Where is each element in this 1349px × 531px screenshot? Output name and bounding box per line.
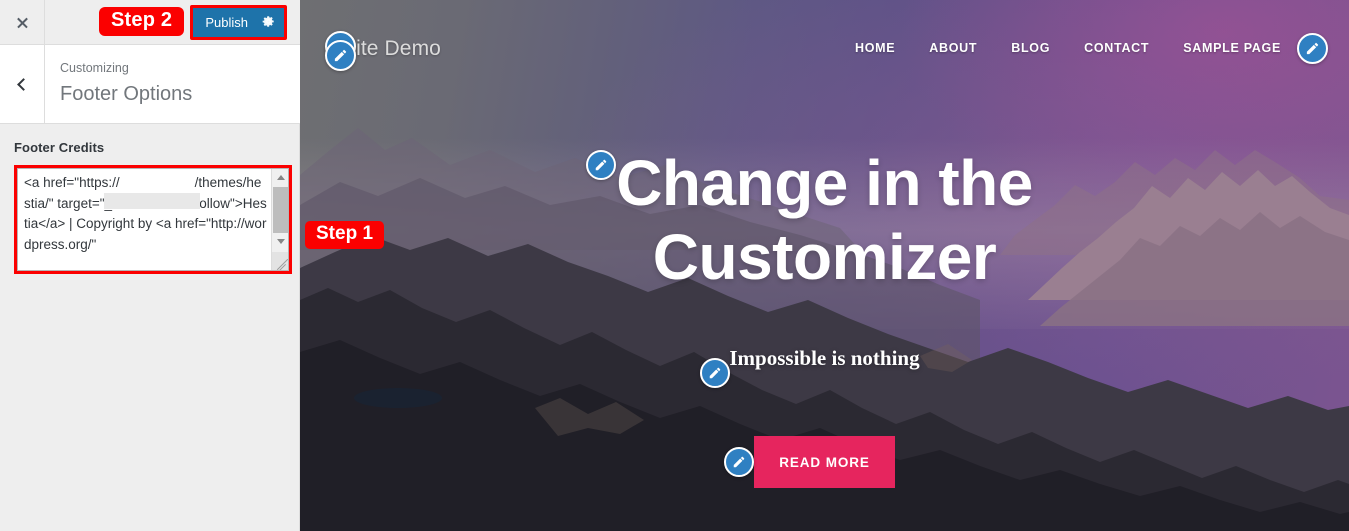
textarea-scrollbar[interactable] bbox=[271, 169, 288, 270]
step-1-annotation-badge: Step 1 bbox=[305, 221, 385, 249]
hero-title-line-1: Change in the bbox=[616, 147, 1033, 219]
panel-header-titles: Customizing Footer Options bbox=[45, 45, 192, 123]
customizer-screen: Step 2 Publish Customizing Footer Option… bbox=[0, 0, 1349, 531]
topbar-actions: Step 2 Publish bbox=[45, 0, 300, 44]
nav-item-sample-page[interactable]: SAMPLE PAGE bbox=[1183, 41, 1281, 55]
site-title: Site Demo bbox=[342, 37, 441, 60]
footer-credits-label: Footer Credits bbox=[14, 140, 105, 155]
nav-item-about[interactable]: ABOUT bbox=[929, 41, 977, 55]
customizer-sidebar: Step 2 Publish Customizing Footer Option… bbox=[0, 0, 300, 531]
hero-title: Change in the Customizer bbox=[300, 146, 1349, 294]
page-title: Footer Options bbox=[60, 83, 193, 105]
sidebar-topbar: Step 2 Publish bbox=[0, 0, 300, 45]
redacted-url-block bbox=[104, 193, 200, 209]
edit-shortcut-hero-button-icon[interactable] bbox=[724, 447, 754, 477]
site-preview: Site Demo HOME ABOUT BLOG CONTACT SAMPLE… bbox=[300, 0, 1349, 531]
step-2-annotation-badge: Step 2 bbox=[99, 7, 185, 36]
textarea-resize-grip[interactable] bbox=[272, 252, 288, 270]
panel-header: Customizing Footer Options bbox=[0, 45, 300, 124]
back-button[interactable] bbox=[0, 45, 45, 123]
chevron-left-icon bbox=[17, 77, 30, 91]
nav-item-blog[interactable]: BLOG bbox=[1011, 41, 1050, 55]
scroll-up-arrow-icon[interactable] bbox=[272, 169, 288, 186]
sidebar-controls: Footer Credits <a href="https:// /themes… bbox=[0, 124, 299, 274]
edit-shortcut-site-title-icon[interactable] bbox=[325, 40, 356, 71]
footer-credits-textarea[interactable]: <a href="https:// /themes/hestia/" targe… bbox=[17, 168, 289, 271]
scroll-down-arrow-icon[interactable] bbox=[272, 233, 288, 250]
publish-button-highlight: Publish bbox=[190, 5, 287, 40]
hero-title-line-2: Customizer bbox=[652, 221, 997, 293]
edit-shortcut-nav-menu-icon[interactable] bbox=[1297, 33, 1328, 64]
hero-subtitle: Impossible is nothing bbox=[729, 346, 920, 370]
publish-button[interactable]: Publish bbox=[193, 8, 284, 37]
breadcrumb: Customizing bbox=[60, 61, 129, 75]
gear-icon[interactable] bbox=[262, 15, 275, 31]
publish-button-label: Publish bbox=[205, 15, 248, 30]
footer-credits-value[interactable]: <a href="https:// /themes/hestia/" targe… bbox=[18, 169, 271, 270]
nav-item-home[interactable]: HOME bbox=[855, 41, 895, 55]
close-icon bbox=[16, 16, 29, 29]
read-more-button[interactable]: READ MORE bbox=[754, 436, 895, 488]
edit-shortcut-hero-title-icon[interactable] bbox=[586, 150, 616, 180]
nav-item-contact[interactable]: CONTACT bbox=[1084, 41, 1149, 55]
footer-credits-highlight: <a href="https:// /themes/hestia/" targe… bbox=[14, 165, 292, 274]
scrollbar-thumb[interactable] bbox=[273, 187, 288, 235]
preview-site-header: Site Demo HOME ABOUT BLOG CONTACT SAMPLE… bbox=[300, 0, 1349, 82]
primary-nav: HOME ABOUT BLOG CONTACT SAMPLE PAGE bbox=[855, 41, 1281, 55]
edit-shortcut-hero-subtitle-icon[interactable] bbox=[700, 358, 730, 388]
close-customizer-button[interactable] bbox=[0, 0, 45, 44]
